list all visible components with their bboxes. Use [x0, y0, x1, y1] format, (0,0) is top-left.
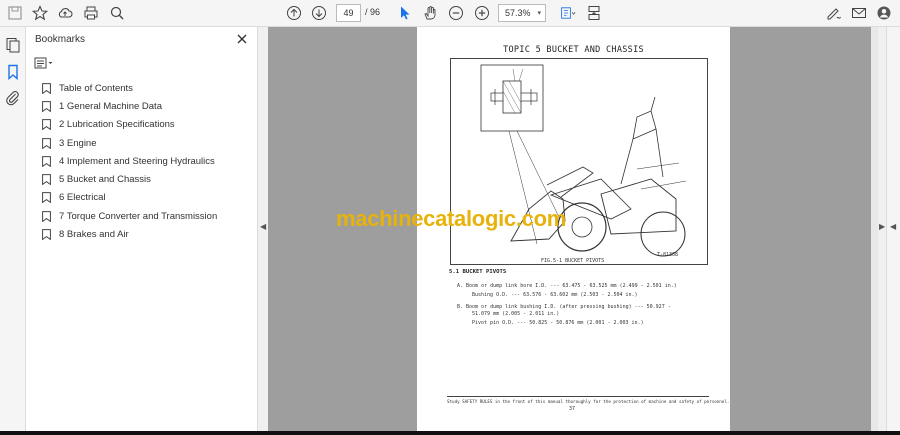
zoom-search-icon[interactable] [106, 3, 128, 23]
page-total-label: / 96 [365, 7, 381, 17]
watermark-text: machinecatalogic.com [336, 206, 566, 231]
bottom-edge [0, 431, 900, 435]
spec-line: 51.079 mm (2.005 - 2.011 in.) [472, 311, 560, 317]
edit-sign-icon[interactable] [823, 3, 845, 23]
bookmark-item[interactable]: 1 General Machine Data [42, 97, 252, 115]
spec-line: Pivot pin O.D. --- 50.825 - 50.876 mm (2… [472, 320, 644, 326]
chevron-left-icon: ◀ [890, 222, 897, 231]
bookmark-icon [42, 192, 51, 204]
chevron-down-icon: ▾ [537, 10, 541, 17]
bookmark-label: 6 Electrical [59, 192, 106, 204]
bookmark-label: 7 Torque Converter and Transmission [59, 210, 218, 222]
bookmark-item[interactable]: 2 Lubrication Specifications [42, 116, 252, 134]
main-toolbar: 49 / 96 57.3% ▾ [0, 0, 900, 27]
bookmark-label: 4 Implement and Steering Hydraulics [59, 155, 215, 167]
cloud-upload-icon[interactable] [54, 3, 76, 23]
footer-note: Study SAFETY RULES in the front of this … [447, 399, 730, 404]
bookmark-icon [42, 137, 51, 149]
zoom-level-select[interactable]: 57.3% ▾ [498, 4, 546, 22]
bookmark-icon [42, 229, 51, 241]
bookmark-list: Table of Contents 1 General Machine Data… [42, 79, 252, 244]
vertical-scrollbar[interactable] [871, 27, 878, 432]
account-icon[interactable] [873, 3, 895, 23]
bookmark-icon [42, 119, 51, 131]
bookmark-icon [42, 155, 51, 167]
zoom-level-value: 57.3% [505, 8, 531, 18]
bookmark-label: 5 Bucket and Chassis [59, 174, 151, 186]
printed-page-number: 37 [569, 406, 576, 412]
save-icon[interactable] [4, 3, 26, 23]
panel-collapse-handle[interactable]: ◀ [258, 27, 268, 435]
bookmark-options-button[interactable] [34, 55, 56, 71]
bookmark-item[interactable]: 3 Engine [42, 134, 252, 152]
zoom-in-icon[interactable] [471, 3, 493, 23]
bookmark-item[interactable]: Table of Contents [42, 79, 252, 97]
bookmark-item[interactable]: 8 Brakes and Air [42, 225, 252, 243]
zoom-out-icon[interactable] [445, 3, 467, 23]
bookmark-icon [42, 101, 51, 112]
page-title: TOPIC 5 BUCKET AND CHASSIS [503, 45, 644, 55]
bookmark-icon [42, 82, 51, 94]
attachments-icon[interactable] [5, 90, 21, 106]
spec-line: Bushing O.D. --- 63.576 - 63.602 mm (2.5… [472, 292, 638, 298]
bookmark-item[interactable]: 7 Torque Converter and Transmission [42, 207, 252, 225]
bookmark-item[interactable]: 5 Bucket and Chassis [42, 170, 252, 188]
bookmarks-icon[interactable] [5, 64, 21, 81]
bookmark-icon [42, 210, 51, 222]
hand-tool-icon[interactable] [419, 3, 441, 23]
close-icon[interactable] [234, 31, 250, 47]
scroll-mode-icon[interactable] [583, 3, 605, 23]
bookmark-item[interactable]: 4 Implement and Steering Hydraulics [42, 152, 252, 170]
next-page-icon[interactable] [308, 3, 330, 23]
bookmark-label: Table of Contents [59, 82, 133, 94]
right-panel-handle[interactable]: ▶ [878, 27, 886, 435]
bookmark-icon [42, 174, 51, 186]
right-tools-rail[interactable]: ◀ [886, 27, 900, 435]
spec-line: A. Boom or dump link bore I.D. --- 63.47… [457, 283, 677, 289]
bookmark-label: 3 Engine [59, 137, 97, 149]
panel-title: Bookmarks [35, 34, 86, 45]
footer-rule [447, 396, 709, 397]
page-number-input[interactable]: 49 [336, 4, 361, 22]
spec-line: B. Boom or dump link bushing I.D. (after… [457, 304, 671, 310]
print-icon[interactable] [80, 3, 102, 23]
left-navigation-rail [0, 27, 26, 435]
email-icon[interactable] [848, 3, 870, 23]
bucket-pivot-drawing [480, 64, 687, 257]
bookmark-item[interactable]: 6 Electrical [42, 189, 252, 207]
page-thumbnails-icon[interactable] [5, 37, 21, 53]
figure-frame [450, 58, 708, 265]
page-fit-icon[interactable] [555, 3, 581, 23]
bookmark-star-icon[interactable] [29, 3, 51, 23]
figure-caption: FIG.5-1 BUCKET PIVOTS [541, 258, 605, 264]
chevron-right-icon: ▶ [879, 222, 886, 231]
figure-code: T-81368 [657, 252, 679, 258]
bookmark-label: 8 Brakes and Air [59, 229, 129, 241]
chevron-left-icon: ◀ [260, 222, 267, 231]
select-cursor-icon[interactable] [394, 3, 416, 23]
bookmarks-panel: Bookmarks Table of Contents 1 General Ma… [26, 27, 258, 435]
section-heading: 5.1 BUCKET PIVOTS [449, 269, 507, 275]
previous-page-icon[interactable] [283, 3, 305, 23]
bookmark-label: 2 Lubrication Specifications [59, 119, 175, 131]
bookmark-label: 1 General Machine Data [59, 100, 162, 112]
